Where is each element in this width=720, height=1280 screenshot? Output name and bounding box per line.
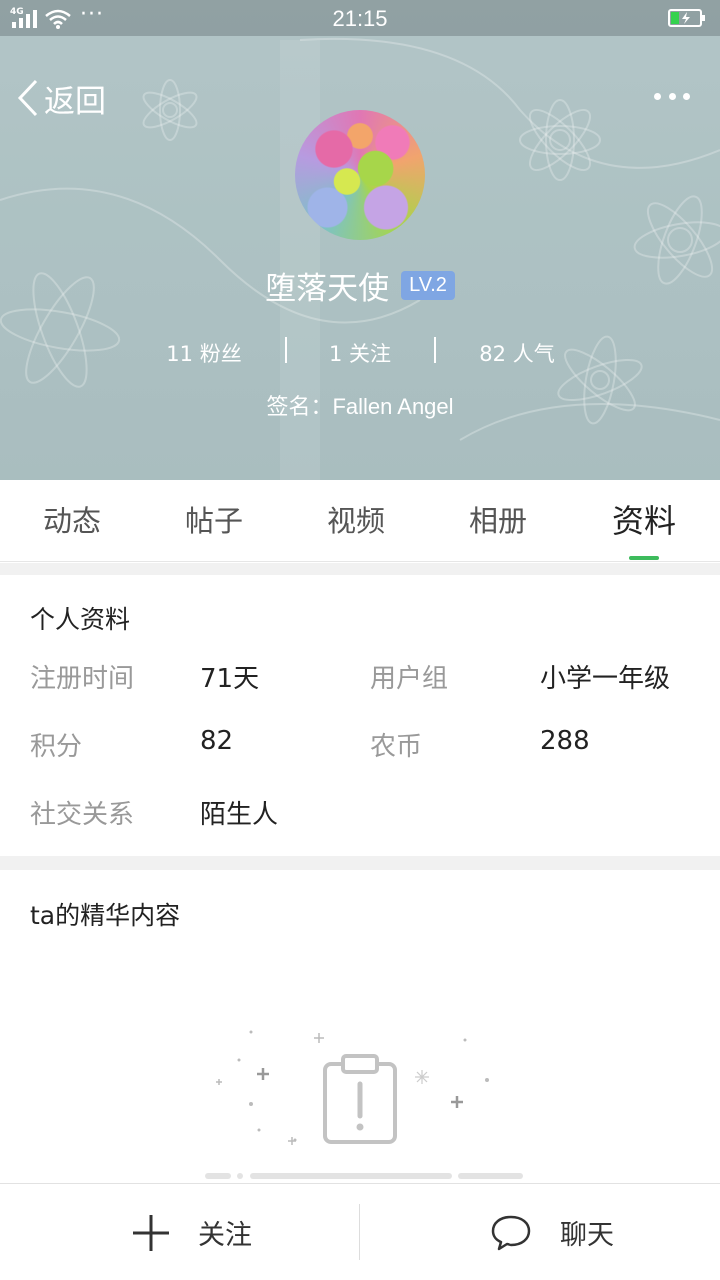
battery-charging-icon xyxy=(668,9,705,27)
tab-posts[interactable]: 帖子 xyxy=(142,480,286,562)
field-value-user-group: 小学一年级 xyxy=(540,664,671,694)
user-stats: 11 粉丝 1 关注 82 人气 xyxy=(0,335,720,367)
field-label-user-group: 用户组 xyxy=(370,664,449,694)
level-badge: LV.2 xyxy=(401,271,455,300)
chat-label: 聊天 xyxy=(560,1220,614,1251)
bottom-bar-divider xyxy=(359,1204,360,1260)
plus-icon xyxy=(133,1214,169,1251)
tab-profile[interactable]: 资料 xyxy=(572,480,716,562)
section-title-featured: ta的精华内容 xyxy=(30,901,181,930)
field-value-relation: 陌生人 xyxy=(200,800,279,830)
user-name: 堕落天使 xyxy=(265,271,390,307)
status-bar: 4G ··· 21:15 xyxy=(0,0,720,36)
profile-tabs: 动态 帖子 视频 相册 资料 xyxy=(0,480,720,562)
profile-header: 4G ··· 21:15 返回 堕落天使 LV.2 11 粉丝 1 关注 82 … xyxy=(0,0,720,480)
follow-button[interactable]: 关注 xyxy=(132,1184,252,1280)
field-label-coins: 农币 xyxy=(370,732,423,762)
clock: 21:15 xyxy=(332,6,388,31)
stats-divider xyxy=(434,337,436,363)
field-label-register-time: 注册时间 xyxy=(30,664,135,694)
tab-profile-label: 资料 xyxy=(611,502,676,540)
back-button[interactable]: 返回 xyxy=(16,76,106,120)
popularity-count: 82 人气 xyxy=(479,342,555,366)
section-divider xyxy=(0,856,720,870)
more-options-icon[interactable] xyxy=(654,86,690,106)
field-value-points: 82 xyxy=(200,726,234,756)
scroll-indicator xyxy=(458,1173,523,1179)
chat-button[interactable]: 聊天 xyxy=(490,1184,614,1280)
user-name-row: 堕落天使 LV.2 xyxy=(0,263,720,308)
tab-videos[interactable]: 视频 xyxy=(284,480,428,562)
tab-album[interactable]: 相册 xyxy=(426,480,570,562)
signature: 签名：Fallen Angel xyxy=(266,394,454,419)
scroll-indicator xyxy=(205,1173,231,1179)
chevron-left-icon xyxy=(17,79,38,117)
chat-bubble-icon xyxy=(491,1215,531,1250)
clipboard-warning-icon xyxy=(216,1030,489,1145)
field-value-coins: 288 xyxy=(540,726,590,756)
field-label-points: 积分 xyxy=(30,732,83,762)
section-divider xyxy=(0,563,720,575)
avatar[interactable] xyxy=(295,110,425,240)
back-label: 返回 xyxy=(44,83,106,120)
field-label-relation: 社交关系 xyxy=(30,800,135,830)
followers-count[interactable]: 11 粉丝 xyxy=(124,338,284,368)
section-title-profile: 个人资料 xyxy=(30,605,131,634)
active-tab-indicator xyxy=(629,556,659,560)
follow-label: 关注 xyxy=(198,1220,252,1251)
scroll-indicator xyxy=(250,1173,452,1179)
bottom-action-bar: 关注 聊天 xyxy=(0,1183,720,1280)
tab-feed[interactable]: 动态 xyxy=(0,480,144,562)
field-value-register-time: 71天 xyxy=(200,664,260,694)
following-count[interactable]: 1 关注 xyxy=(280,338,440,368)
scroll-indicator xyxy=(237,1173,243,1179)
